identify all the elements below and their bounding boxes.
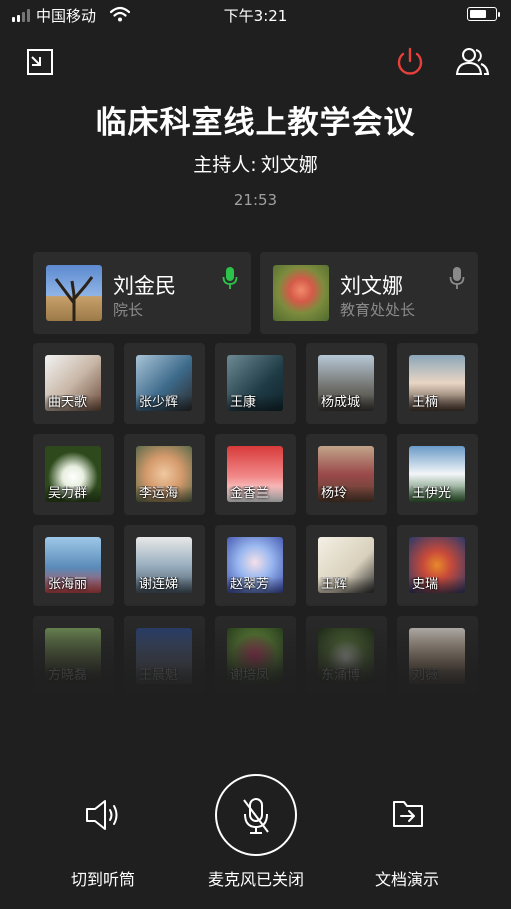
participant-name: 杨成城	[318, 395, 374, 411]
avatar	[46, 265, 102, 321]
participant-tile[interactable]: 赵翠芳	[215, 525, 296, 606]
mic-off-icon	[243, 798, 269, 834]
participant-name: 曲天歌	[45, 395, 101, 411]
speaker-role: 教育处处长	[340, 301, 416, 319]
participant-tile[interactable]: 杨玲	[306, 434, 387, 515]
participant-avatar: 吴力群	[45, 446, 101, 502]
participant-tile[interactable]: 王伊光	[397, 434, 478, 515]
host-label: 主持人:	[193, 154, 257, 176]
mic-icon	[449, 267, 465, 289]
participant-avatar: 张少辉	[136, 355, 192, 411]
participant-avatar: 方晓磊	[45, 628, 101, 684]
participant-avatar: 金香兰	[227, 446, 283, 502]
participant-name: 张少辉	[136, 395, 192, 411]
participant-name: 刘薇	[409, 668, 465, 684]
meeting-timer: 21:53	[233, 191, 278, 209]
speaker-name: 刘文娜	[340, 274, 403, 298]
participant-tile[interactable]: 王辉	[306, 525, 387, 606]
meeting-host: 主持人: 刘文娜	[0, 150, 511, 177]
participant-name: 王辉	[318, 577, 374, 593]
participant-avatar: 谢培凤	[227, 628, 283, 684]
participant-avatar: 张海丽	[45, 537, 101, 593]
participant-tile[interactable]: 李运海	[124, 434, 205, 515]
avatar	[273, 265, 329, 321]
participant-name: 方晓磊	[45, 668, 101, 684]
participant-name: 王伊光	[409, 486, 465, 502]
status-time: 下午3:21	[223, 7, 288, 25]
power-icon[interactable]	[392, 44, 428, 80]
participant-name: 李运海	[136, 486, 192, 502]
participant-tile[interactable]: 金香兰	[215, 434, 296, 515]
participant-tile[interactable]: 曲天歌	[33, 343, 114, 424]
participant-tile[interactable]: 张海丽	[33, 525, 114, 606]
participant-name: 吴力群	[45, 486, 101, 502]
participant-name: 史瑞	[409, 577, 465, 593]
participant-tile[interactable]: 王楠	[397, 343, 478, 424]
mic-toggle-button[interactable]	[215, 774, 297, 856]
participant-name: 东涌博	[318, 668, 374, 684]
participant-avatar: 谢连娣	[136, 537, 192, 593]
earpiece-label[interactable]: 切到听筒	[23, 866, 183, 890]
participant-tile[interactable]: 谢培凤	[215, 616, 296, 693]
participant-avatar: 王辉	[318, 537, 374, 593]
participant-avatar: 杨玲	[318, 446, 374, 502]
participant-name: 王康	[227, 395, 283, 411]
participant-tile[interactable]: 王康	[215, 343, 296, 424]
participant-avatar: 东涌博	[318, 628, 374, 684]
participant-tile[interactable]: 谢连娣	[124, 525, 205, 606]
host-name: 刘文娜	[260, 154, 318, 176]
participant-avatar: 王晨魁	[136, 628, 192, 684]
speaker-card[interactable]: 刘金民 院长	[33, 252, 251, 334]
participant-avatar: 杨成城	[318, 355, 374, 411]
participant-name: 谢连娣	[136, 577, 192, 593]
speaker-volume-icon[interactable]	[83, 797, 123, 833]
participant-tile[interactable]: 刘薇	[397, 616, 478, 693]
participant-name: 王楠	[409, 395, 465, 411]
participant-name: 赵翠芳	[227, 577, 283, 593]
status-bar: 中国移动 下午3:21	[0, 0, 511, 30]
meeting-title: 临床科室线上教学会议	[95, 105, 416, 141]
participant-tile[interactable]: 东涌博	[306, 616, 387, 693]
participant-name: 金香兰	[227, 486, 283, 502]
participant-avatar: 李运海	[136, 446, 192, 502]
participant-name: 王晨魁	[136, 668, 192, 684]
mic-status-label[interactable]: 麦克风已关闭	[176, 866, 336, 890]
participant-tile[interactable]: 吴力群	[33, 434, 114, 515]
participant-avatar: 赵翠芳	[227, 537, 283, 593]
speaker-card[interactable]: 刘文娜 教育处处长	[260, 252, 478, 334]
participant-tile[interactable]: 王晨魁	[124, 616, 205, 693]
document-share-label[interactable]: 文档演示	[327, 866, 487, 890]
participant-tile[interactable]: 张少辉	[124, 343, 205, 424]
participant-grid[interactable]: 曲天歌 张少辉 王康 杨成城 王楠吴力群 李运海 金香兰 杨玲 王伊光张海丽 谢连娣 赵翠芳 王辉 史瑞…	[33, 343, 479, 693]
participant-avatar: 王康	[227, 355, 283, 411]
participant-avatar: 刘薇	[409, 628, 465, 684]
participant-tile[interactable]: 史瑞	[397, 525, 478, 606]
participant-name: 谢培凤	[227, 668, 283, 684]
battery-level	[470, 10, 487, 18]
participant-name: 张海丽	[45, 577, 101, 593]
members-icon[interactable]	[454, 44, 490, 80]
minimize-window-icon[interactable]	[22, 44, 58, 80]
speaker-name: 刘金民	[113, 274, 176, 298]
participant-avatar: 王伊光	[409, 446, 465, 502]
participant-avatar: 曲天歌	[45, 355, 101, 411]
folder-share-icon[interactable]	[392, 798, 424, 828]
speaker-role: 院长	[113, 301, 144, 319]
battery-icon	[467, 7, 500, 21]
participant-avatar: 史瑞	[409, 537, 465, 593]
participant-tile[interactable]: 杨成城	[306, 343, 387, 424]
participant-avatar: 王楠	[409, 355, 465, 411]
participant-tile[interactable]: 方晓磊	[33, 616, 114, 693]
participant-name: 杨玲	[318, 486, 374, 502]
mic-active-icon	[222, 267, 238, 289]
